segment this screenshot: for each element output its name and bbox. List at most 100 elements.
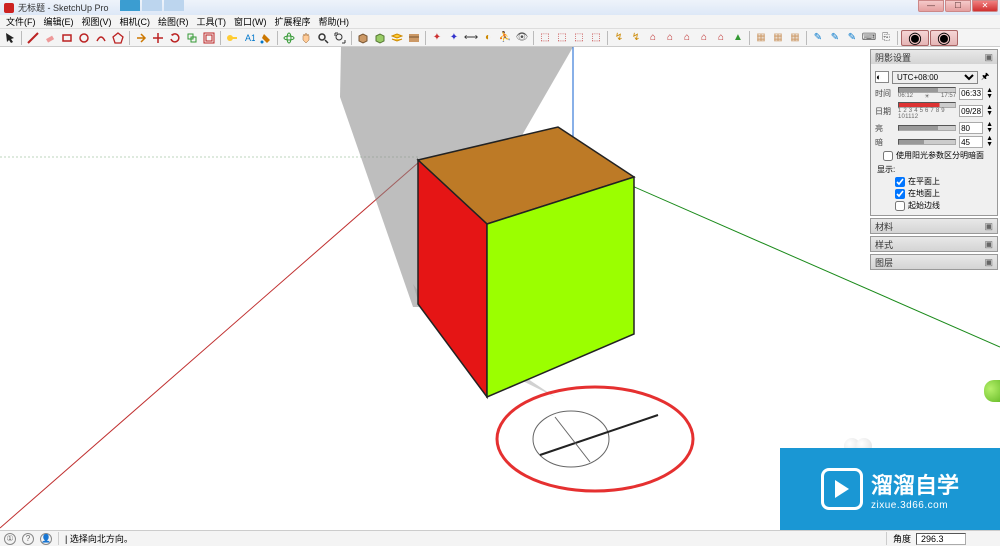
scale-tool[interactable] — [184, 30, 200, 46]
tool-b[interactable]: ⬚ — [554, 30, 570, 46]
panel-expand-icon[interactable]: ▣ — [984, 257, 993, 268]
timezone-select[interactable]: UTC+08:00 — [892, 71, 978, 84]
tab-active[interactable] — [120, 0, 140, 11]
tool-n[interactable]: ▦ — [770, 30, 786, 46]
polygon-tool[interactable] — [110, 30, 126, 46]
component-tool[interactable] — [355, 30, 371, 46]
tool-d[interactable]: ⬚ — [588, 30, 604, 46]
tab-2[interactable] — [142, 0, 162, 11]
protractor-tool[interactable]: ◐ — [480, 30, 496, 46]
tool-m[interactable]: ▦ — [753, 30, 769, 46]
panel-expand-icon[interactable]: ▣ — [984, 239, 993, 250]
rectangle-tool[interactable] — [59, 30, 75, 46]
menu-help[interactable]: 帮助(H) — [317, 15, 352, 28]
text-tool[interactable]: A1 — [241, 30, 257, 46]
tool-a[interactable]: ⬚ — [537, 30, 553, 46]
panel-expand-icon[interactable]: ▣ — [984, 221, 993, 232]
status-info-icon[interactable]: ① — [4, 533, 16, 545]
watermark: 溜溜自学 zixue.3d66.com — [780, 448, 1000, 530]
tool-k[interactable]: ⌂ — [713, 30, 729, 46]
shadow-pin-icon[interactable]: 🖈 — [981, 69, 993, 85]
date-value[interactable] — [959, 105, 983, 117]
menu-ext[interactable]: 扩展程序 — [273, 15, 313, 28]
walk-tool[interactable]: ⛹ — [497, 30, 513, 46]
panel-shadow: 阴影设置 ▣ ◐ UTC+08:00 🖈 时间 06:12 ☀ 17:57 — [870, 49, 998, 216]
light-value[interactable] — [959, 122, 983, 134]
look-tool[interactable]: 👁 — [514, 30, 530, 46]
tool-f[interactable]: ↯ — [628, 30, 644, 46]
status-help-icon[interactable]: ? — [22, 533, 34, 545]
menu-window[interactable]: 窗口(W) — [232, 15, 269, 28]
time-stepper[interactable]: ▲▼ — [986, 88, 993, 100]
section-tool[interactable]: ✦ — [429, 30, 445, 46]
zoom-tool[interactable] — [315, 30, 331, 46]
layers-icon[interactable] — [389, 30, 405, 46]
panel-layers-header[interactable]: 图层 ▣ — [871, 255, 997, 269]
eraser-tool[interactable] — [42, 30, 58, 46]
status-user-icon[interactable]: 👤 — [40, 533, 52, 545]
tool-t[interactable]: ⎘ — [878, 30, 894, 46]
use-sun-checkbox[interactable] — [883, 151, 893, 161]
display-label: 显示: — [877, 164, 993, 175]
tool-c[interactable]: ⬚ — [571, 30, 587, 46]
shadow-toggle-icon[interactable]: ◐ — [875, 71, 889, 83]
tool-o[interactable]: ▦ — [787, 30, 803, 46]
window-title: 无标题 - SketchUp Pro — [18, 1, 109, 14]
menu-view[interactable]: 视图(V) — [80, 15, 114, 28]
tool-p[interactable]: ✎ — [810, 30, 826, 46]
panel-materials-header[interactable]: 材料 ▣ — [871, 219, 997, 233]
time-value[interactable] — [959, 88, 983, 100]
maximize-button[interactable]: ☐ — [945, 0, 971, 12]
close-button[interactable]: ✕ — [972, 0, 998, 12]
tab-3[interactable] — [164, 0, 184, 11]
tool-i[interactable]: ⌂ — [679, 30, 695, 46]
pan-tool[interactable] — [298, 30, 314, 46]
tool-h[interactable]: ⌂ — [662, 30, 678, 46]
pushpull-tool[interactable] — [133, 30, 149, 46]
panel-shadow-header[interactable]: 阴影设置 ▣ — [871, 50, 997, 64]
zoom-extents-tool[interactable] — [332, 30, 348, 46]
from-edge-checkbox[interactable] — [895, 201, 905, 211]
group-tool[interactable] — [372, 30, 388, 46]
orbit-tool[interactable] — [281, 30, 297, 46]
minimize-button[interactable]: — — [918, 0, 944, 12]
panel-collapse-icon[interactable]: ▣ — [984, 52, 993, 63]
arc-tool[interactable] — [93, 30, 109, 46]
menu-edit[interactable]: 编辑(E) — [42, 15, 76, 28]
menu-camera[interactable]: 相机(C) — [118, 15, 153, 28]
axes-tool[interactable]: ✦ — [446, 30, 462, 46]
on-ground-checkbox[interactable] — [895, 189, 905, 199]
tool-s[interactable]: ⌨ — [861, 30, 877, 46]
menu-draw[interactable]: 绘图(R) — [156, 15, 191, 28]
rotate-tool[interactable] — [167, 30, 183, 46]
tool-g[interactable]: ⌂ — [645, 30, 661, 46]
outliner-icon[interactable] — [406, 30, 422, 46]
light-slider[interactable] — [898, 125, 956, 131]
side-badge[interactable] — [984, 380, 1000, 402]
tool-big-1[interactable]: ◉ — [901, 30, 929, 46]
move-tool[interactable] — [150, 30, 166, 46]
menu-tools[interactable]: 工具(T) — [195, 15, 229, 28]
circle-tool[interactable] — [76, 30, 92, 46]
line-tool[interactable] — [25, 30, 41, 46]
select-tool[interactable] — [2, 30, 18, 46]
tool-e[interactable]: ↯ — [611, 30, 627, 46]
offset-tool[interactable] — [201, 30, 217, 46]
panel-styles-header[interactable]: 样式 ▣ — [871, 237, 997, 251]
tool-r[interactable]: ✎ — [844, 30, 860, 46]
light-stepper[interactable]: ▲▼ — [986, 122, 993, 134]
on-face-checkbox[interactable] — [895, 177, 905, 187]
panel-materials: 材料 ▣ — [870, 218, 998, 234]
dark-stepper[interactable]: ▲▼ — [986, 136, 993, 148]
dimension-tool[interactable]: ⟷ — [463, 30, 479, 46]
dark-value[interactable] — [959, 136, 983, 148]
tool-l[interactable]: ▲ — [730, 30, 746, 46]
paint-tool[interactable] — [258, 30, 274, 46]
tool-big-2[interactable]: ◉ — [930, 30, 958, 46]
tool-j[interactable]: ⌂ — [696, 30, 712, 46]
menu-file[interactable]: 文件(F) — [4, 15, 38, 28]
tape-tool[interactable] — [224, 30, 240, 46]
tool-q[interactable]: ✎ — [827, 30, 843, 46]
date-stepper[interactable]: ▲▼ — [986, 105, 993, 117]
dark-slider[interactable] — [898, 139, 956, 145]
